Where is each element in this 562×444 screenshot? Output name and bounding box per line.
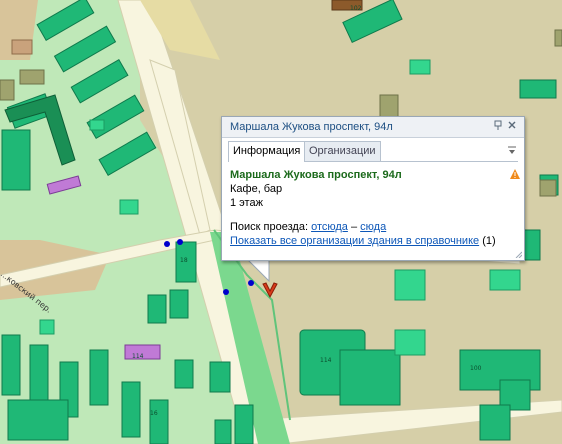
- location-marker-icon[interactable]: [262, 281, 278, 301]
- tab-organizations[interactable]: Организации: [304, 141, 381, 161]
- organizations-count: (1): [482, 235, 496, 247]
- route-search: Поиск проезда: отсюда – сюда: [230, 221, 520, 233]
- route-separator: –: [350, 221, 358, 233]
- chevron-down-icon[interactable]: [508, 145, 516, 157]
- popup-title: Маршала Жукова проспект, 94л: [230, 121, 393, 133]
- close-icon[interactable]: [506, 120, 518, 132]
- info-popup: Маршала Жукова проспект, 94л Информация …: [221, 116, 525, 261]
- popup-tabs: Информация Организации: [228, 141, 518, 162]
- route-label: Поиск проезда:: [230, 221, 308, 233]
- tab-information[interactable]: Информация: [228, 141, 306, 162]
- route-from-link[interactable]: отсюда: [311, 221, 348, 233]
- building-number: 16: [150, 410, 158, 417]
- building-number: 102: [350, 5, 362, 12]
- building-number: 18: [180, 257, 188, 264]
- popup-titlebar: Маршала Жукова проспект, 94л: [222, 117, 524, 138]
- place-category: Кафе, бар: [230, 183, 283, 195]
- popup-pointer: [247, 259, 270, 283]
- popup-body: Маршала Жукова проспект, 94л Кафе, бар 1…: [230, 169, 520, 247]
- show-all-organizations-link[interactable]: Показать все организации здания в справо…: [230, 235, 479, 247]
- resize-grip-icon[interactable]: [514, 250, 522, 258]
- show-all-row: Показать все организации здания в справо…: [230, 235, 520, 247]
- route-to-link[interactable]: сюда: [360, 221, 386, 233]
- warning-icon[interactable]: [510, 169, 520, 182]
- place-name: Маршала Жукова проспект, 94л: [230, 169, 402, 181]
- pin-icon[interactable]: [492, 120, 504, 132]
- building-number: 100: [470, 365, 482, 372]
- building-number: 114: [132, 353, 144, 360]
- place-floor: 1 этаж: [230, 197, 263, 209]
- building-number: 114: [320, 357, 332, 364]
